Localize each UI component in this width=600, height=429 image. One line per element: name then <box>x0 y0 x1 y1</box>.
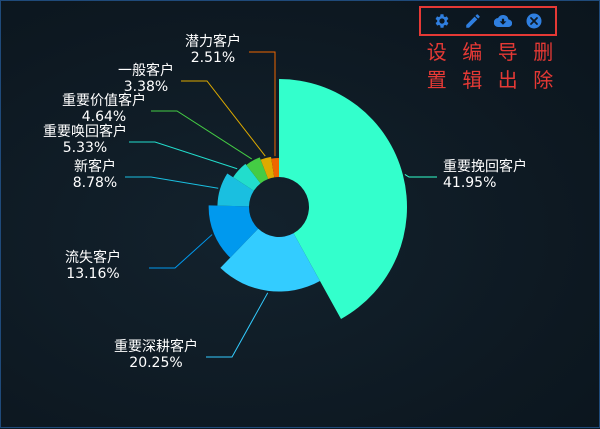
slice-value-2: 13.16% <box>66 266 119 282</box>
gear-icon[interactable] <box>433 12 451 30</box>
leader-line-6 <box>181 80 266 157</box>
slice-value-1: 20.25% <box>129 355 182 371</box>
settings-label[interactable]: 设置 <box>427 38 447 94</box>
leader-line-4 <box>129 141 238 170</box>
slice-value-3: 8.78% <box>73 175 117 191</box>
chart-toolbar <box>419 6 557 36</box>
pencil-icon[interactable] <box>464 12 482 30</box>
delete-label[interactable]: 删除 <box>533 38 553 94</box>
slice-label-1: 重要深耕客户 <box>114 338 198 355</box>
slice-label-6: 一般客户 <box>118 62 174 79</box>
slice-value-6: 3.38% <box>124 79 168 95</box>
slice-label-2: 流失客户 <box>65 249 121 266</box>
leader-line-5 <box>151 110 252 160</box>
close-circle-icon[interactable] <box>525 12 543 30</box>
slice-label-4: 重要唤回客户 <box>43 123 127 140</box>
leader-line-0 <box>404 174 437 178</box>
edit-label[interactable]: 编辑 <box>462 38 482 94</box>
leader-line-1 <box>206 292 269 358</box>
export-label[interactable]: 导出 <box>498 38 518 94</box>
slice-value-7: 2.51% <box>191 50 235 66</box>
leader-line-3 <box>125 176 219 189</box>
slice-value-4: 5.33% <box>63 140 107 156</box>
slice-label-0: 重要挽回客户 <box>443 158 527 175</box>
slice-label-3: 新客户 <box>74 158 116 175</box>
toolbar-labels: 设置 编辑 导出 删除 <box>419 38 561 94</box>
leader-line-2 <box>149 234 213 269</box>
slice-label-7: 潜力客户 <box>185 33 241 50</box>
chart-panel: 重要挽回客户 41.95% 重要深耕客户 20.25% 流失客户 13.16% 新客户 8.7… <box>0 0 600 428</box>
cloud-download-icon[interactable] <box>494 12 513 30</box>
slice-value-0: 41.95% <box>443 175 496 191</box>
slice-value-5: 4.64% <box>82 109 126 125</box>
